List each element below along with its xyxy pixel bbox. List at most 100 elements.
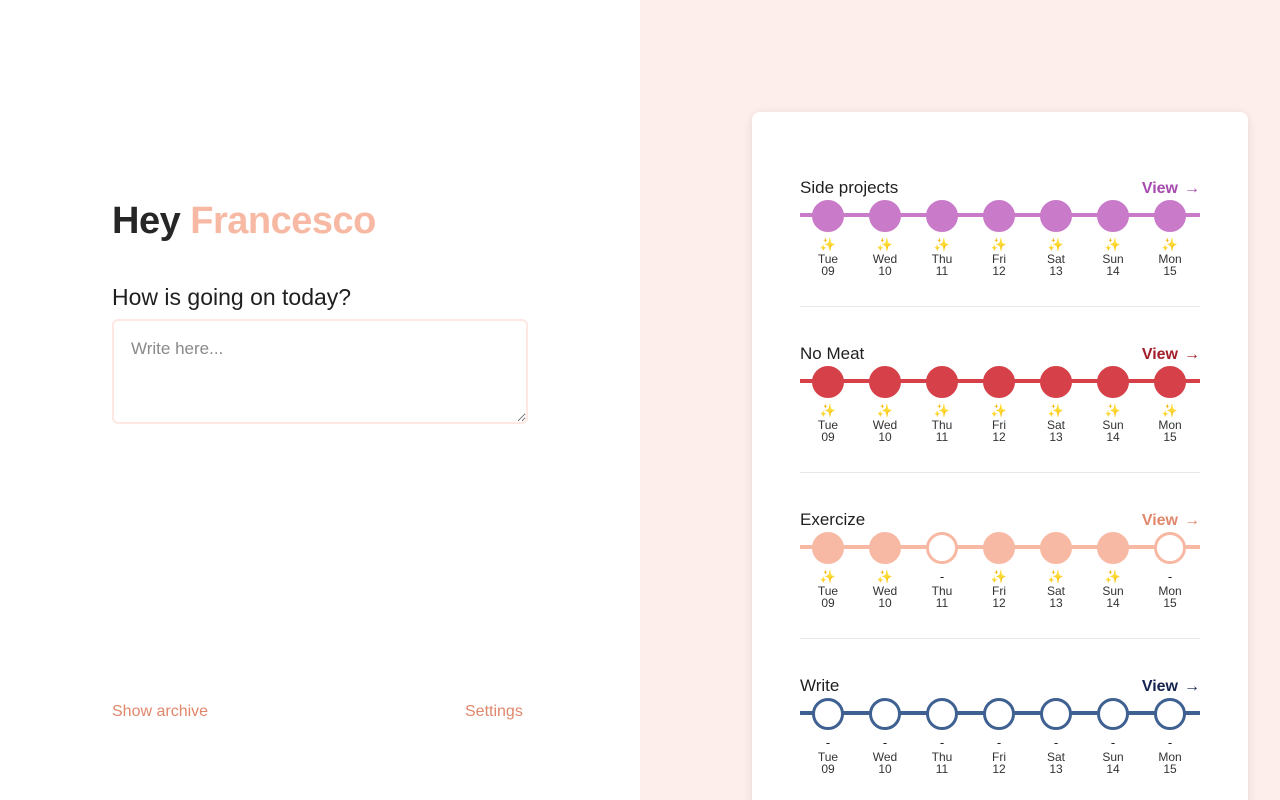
sparkles-icon: ✨ — [1047, 569, 1065, 584]
day-number: 10 — [878, 596, 892, 610]
day-dot-empty[interactable] — [1097, 698, 1129, 730]
dash-mark: - — [939, 569, 945, 584]
sparkles-icon: ✨ — [1161, 237, 1179, 252]
habits-card: Side projects View → ✨ Tue 09 ✨ Wed 10 ✨ Thu 11 ✨ Fri… — [752, 112, 1248, 800]
day-dot-done[interactable] — [983, 532, 1015, 564]
day-dot-done[interactable] — [869, 532, 901, 564]
habit-block: Side projects View → ✨ Tue 09 ✨ Wed 10 ✨ Thu 11 ✨ Fri… — [800, 176, 1200, 342]
sparkles-icon: ✨ — [819, 569, 837, 584]
sparkles-icon: ✨ — [876, 403, 894, 418]
day-number: 09 — [821, 264, 835, 278]
sparkles-icon: ✨ — [819, 237, 837, 252]
day-dot-done[interactable] — [983, 366, 1015, 398]
sparkles-icon: ✨ — [876, 237, 894, 252]
day-number: 09 — [821, 430, 835, 444]
day-dot-empty[interactable] — [1040, 698, 1072, 730]
habit-day: ✨ Fri 12 — [974, 176, 1024, 286]
habit-day: ✨ Tue 09 — [803, 176, 853, 286]
day-dot-done[interactable] — [869, 200, 901, 232]
habit-day: ✨ Sun 14 — [1088, 342, 1138, 452]
settings-link[interactable]: Settings — [465, 703, 523, 721]
sparkles-icon: ✨ — [819, 403, 837, 418]
habit-divider — [800, 638, 1200, 639]
dash-mark: - — [1110, 735, 1116, 750]
dash-mark: - — [1167, 569, 1173, 584]
habit-day: ✨ Tue 09 — [803, 508, 853, 618]
day-dot-done[interactable] — [1040, 366, 1072, 398]
habit-day: ✨ Sat 13 — [1031, 508, 1081, 618]
day-dot-done[interactable] — [812, 532, 844, 564]
day-dot-done[interactable] — [1097, 366, 1129, 398]
habit-block: Write View → - Tue 09- Wed 10- Thu 11- Fri 12- Sat 13… — [800, 674, 1200, 800]
day-dot-done[interactable] — [926, 366, 958, 398]
day-dot-empty[interactable] — [983, 698, 1015, 730]
sparkles-icon: ✨ — [1047, 237, 1065, 252]
habit-day: - Tue 09 — [803, 674, 853, 784]
sparkles-icon: ✨ — [1104, 237, 1122, 252]
day-number: 11 — [935, 264, 949, 278]
day-dot-done[interactable] — [812, 200, 844, 232]
day-number: 15 — [1163, 430, 1177, 444]
habit-divider — [800, 472, 1200, 473]
sparkles-icon: ✨ — [876, 569, 894, 584]
day-dot-done[interactable] — [1154, 200, 1186, 232]
day-number: 12 — [992, 596, 1006, 610]
habit-day: ✨ Mon 15 — [1145, 342, 1195, 452]
left-panel: Hey Francesco How is going on today? Sho… — [0, 0, 640, 800]
habit-day: ✨ Wed 10 — [860, 508, 910, 618]
day-number: 11 — [935, 762, 949, 776]
day-number: 11 — [935, 596, 949, 610]
day-dot-done[interactable] — [1154, 366, 1186, 398]
habit-day: - Wed 10 — [860, 674, 910, 784]
dash-mark: - — [825, 735, 831, 750]
day-number: 10 — [878, 762, 892, 776]
show-archive-link[interactable]: Show archive — [112, 703, 208, 721]
sparkles-icon: ✨ — [1161, 403, 1179, 418]
day-dot-done[interactable] — [1040, 532, 1072, 564]
dash-mark: - — [1167, 735, 1173, 750]
habit-day: - Sat 13 — [1031, 674, 1081, 784]
day-dot-empty[interactable] — [1154, 532, 1186, 564]
day-dot-empty[interactable] — [869, 698, 901, 730]
day-dot-done[interactable] — [983, 200, 1015, 232]
day-dot-done[interactable] — [926, 200, 958, 232]
day-dot-done[interactable] — [1097, 200, 1129, 232]
habit-day: ✨ Tue 09 — [803, 342, 853, 452]
habit-day: - Sun 14 — [1088, 674, 1138, 784]
day-dot-empty[interactable] — [1154, 698, 1186, 730]
habit-day: ✨ Mon 15 — [1145, 176, 1195, 286]
journal-entry-input[interactable] — [112, 319, 528, 424]
habit-block: Exercize View → ✨ Tue 09 ✨ Wed 10- Thu 11 ✨ Fri 12 ✨ Sa… — [800, 508, 1200, 674]
day-number: 12 — [992, 264, 1006, 278]
day-number: 14 — [1106, 762, 1120, 776]
dash-mark: - — [882, 735, 888, 750]
sparkles-icon: ✨ — [990, 237, 1008, 252]
day-number: 11 — [935, 430, 949, 444]
habit-day: ✨ Sun 14 — [1088, 508, 1138, 618]
day-number: 14 — [1106, 430, 1120, 444]
day-number: 15 — [1163, 762, 1177, 776]
sparkles-icon: ✨ — [1104, 403, 1122, 418]
day-number: 09 — [821, 762, 835, 776]
day-number: 10 — [878, 264, 892, 278]
day-dot-done[interactable] — [812, 366, 844, 398]
day-dot-empty[interactable] — [926, 532, 958, 564]
dash-mark: - — [996, 735, 1002, 750]
day-dot-done[interactable] — [1097, 532, 1129, 564]
day-dot-empty[interactable] — [812, 698, 844, 730]
day-number: 13 — [1049, 264, 1063, 278]
sparkles-icon: ✨ — [990, 569, 1008, 584]
sparkles-icon: ✨ — [933, 237, 951, 252]
habit-day: ✨ Wed 10 — [860, 342, 910, 452]
journal-question: How is going on today? — [112, 284, 352, 310]
day-dot-empty[interactable] — [926, 698, 958, 730]
day-dot-done[interactable] — [869, 366, 901, 398]
greeting-heading: Hey Francesco — [112, 200, 376, 243]
habit-day: - Thu 11 — [917, 674, 967, 784]
habit-divider — [800, 306, 1200, 307]
day-dot-done[interactable] — [1040, 200, 1072, 232]
day-number: 14 — [1106, 264, 1120, 278]
dash-mark: - — [1053, 735, 1059, 750]
habit-day: ✨ Sun 14 — [1088, 176, 1138, 286]
day-number: 13 — [1049, 762, 1063, 776]
